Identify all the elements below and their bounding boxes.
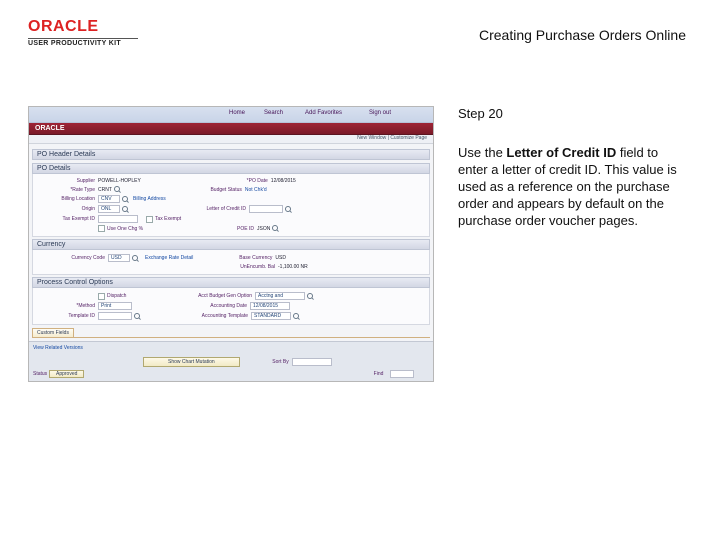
brand-rule [28,38,138,39]
lookup-icon[interactable] [122,196,129,203]
step-body: Use the Letter of Credit ID field to ent… [458,145,688,229]
acct-date-field[interactable]: 12/08/2015 [250,302,290,310]
origin-label: Origin [38,206,98,212]
brand-subtitle: USER PRODUCTIVITY KIT [28,40,138,47]
tab-custom-fields[interactable]: Custom Fields [32,328,74,337]
billing-loc-label: Billing Location [38,196,98,202]
brand-logo: ORACLE USER PRODUCTIVITY KIT [28,18,138,47]
supplier-label: Supplier [38,178,98,184]
acct-date-label: Accounting Date [132,303,250,309]
app-body: PO Header Details PO Details Supplier PO… [29,144,433,357]
step-body-pre: Use the [458,145,506,160]
method-label: *Method [38,303,98,309]
poe-id-label: POE ID [167,226,257,232]
rate-type-value: CRNT [98,187,112,193]
tax-exempt-id-field[interactable] [98,215,138,223]
unencumbered-bal-value: -1,100.00 NR [278,264,308,270]
lookup-icon[interactable] [272,225,279,232]
show-chart-button[interactable]: Show Chart Mutation [143,357,240,367]
base-currency-value: USD [275,255,286,261]
currency-code-label: Currency Code [38,255,108,261]
dispatch-label: Dispatch [107,293,147,299]
use-one-chg-checkbox[interactable] [98,225,105,232]
find-label: Find [86,371,386,377]
exchange-rate-link[interactable]: Exchange Rate Detail [145,255,193,261]
budget-status-label: Budget Status [121,187,245,193]
nav-home[interactable]: Home [229,110,245,116]
approved-badge: Approved [49,370,84,378]
page-title: Creating Purchase Orders Online [479,27,686,43]
nav-signout[interactable]: Sign out [369,110,391,116]
billing-address-link[interactable]: Billing Address [133,196,166,202]
dispatch-checkbox[interactable] [98,293,105,300]
nav-search[interactable]: Search [264,110,283,116]
app-bottombar: View Related Versions Show Chart Mutatio… [29,341,433,381]
use-one-chg-label: Use One Chg % [107,226,167,232]
lookup-icon[interactable] [307,293,314,300]
status-label: Status [33,371,49,377]
base-currency-label: Base Currency [193,255,275,261]
tax-exempt-label: Tax Exempt [155,216,195,222]
instruction-column: Step 20 Use the Letter of Credit ID fiel… [458,106,688,229]
panel-po-details: Supplier POWELL-HOPLEY *PO Date 12/08/20… [32,174,430,237]
po-date-label: *PO Date [141,178,271,184]
unencumbered-bal-label: UnEncumb. Bal [38,264,278,270]
lookup-icon[interactable] [122,206,129,213]
method-field[interactable]: Print [98,302,132,310]
template-field[interactable] [98,312,132,320]
lookup-icon[interactable] [114,186,121,193]
billing-loc-field[interactable]: CNV [98,195,120,203]
find-field[interactable] [390,370,414,378]
rate-type-label: *Rate Type [38,187,98,193]
po-date-value: 12/08/2015 [271,178,296,184]
tax-exempt-id-label: Tax Exempt ID [38,216,98,222]
app-screenshot: Home Search Add Favorites Sign out ORACL… [28,106,434,382]
lookup-icon[interactable] [285,206,292,213]
supplier-value: POWELL-HOPLEY [98,178,141,184]
acct-gen-field[interactable]: Acctng and [255,292,305,300]
view-versions-link[interactable]: View Related Versions [33,345,429,351]
letter-credit-label: Letter of Credit ID [129,206,249,212]
step-body-bold: Letter of Credit ID [506,145,616,160]
section-po-header: PO Header Details [32,149,430,160]
template-label: Template ID [38,313,98,319]
section-process-control: Process Control Options [32,277,430,288]
section-currency: Currency [32,239,430,250]
app-brandbar: ORACLE [29,123,433,135]
step-label: Step 20 [458,106,688,121]
lookup-icon[interactable] [134,313,141,320]
brand-oracle: ORACLE [28,18,138,36]
letter-credit-field[interactable] [249,205,283,213]
panel-process-control: Dispatch Acct Budget Gen Option Acctng a… [32,288,430,325]
acct-gen-label: Acct Budget Gen Option [147,293,255,299]
acct-template-field[interactable]: STANDARD [251,312,291,320]
acct-template-label: Accounting Template [141,313,251,319]
tax-exempt-checkbox[interactable] [146,216,153,223]
budget-status-link[interactable]: Not Chk'd [245,187,267,193]
origin-field[interactable]: ONL [98,205,120,213]
lookup-icon[interactable] [132,255,139,262]
sort-by-field[interactable] [292,358,332,366]
app-crumb: New Window | Customize Page [29,135,433,144]
lookup-icon[interactable] [293,313,300,320]
app-topbar: Home Search Add Favorites Sign out [29,107,433,123]
section-po-details: PO Details [32,163,430,174]
sort-by-label: Sort By [262,359,292,365]
panel-currency: Currency Code USD Exchange Rate Detail B… [32,250,430,275]
nav-add-favorites[interactable]: Add Favorites [305,110,342,116]
poe-id-value: JSON [257,226,270,232]
currency-code-field[interactable]: USD [108,254,130,262]
